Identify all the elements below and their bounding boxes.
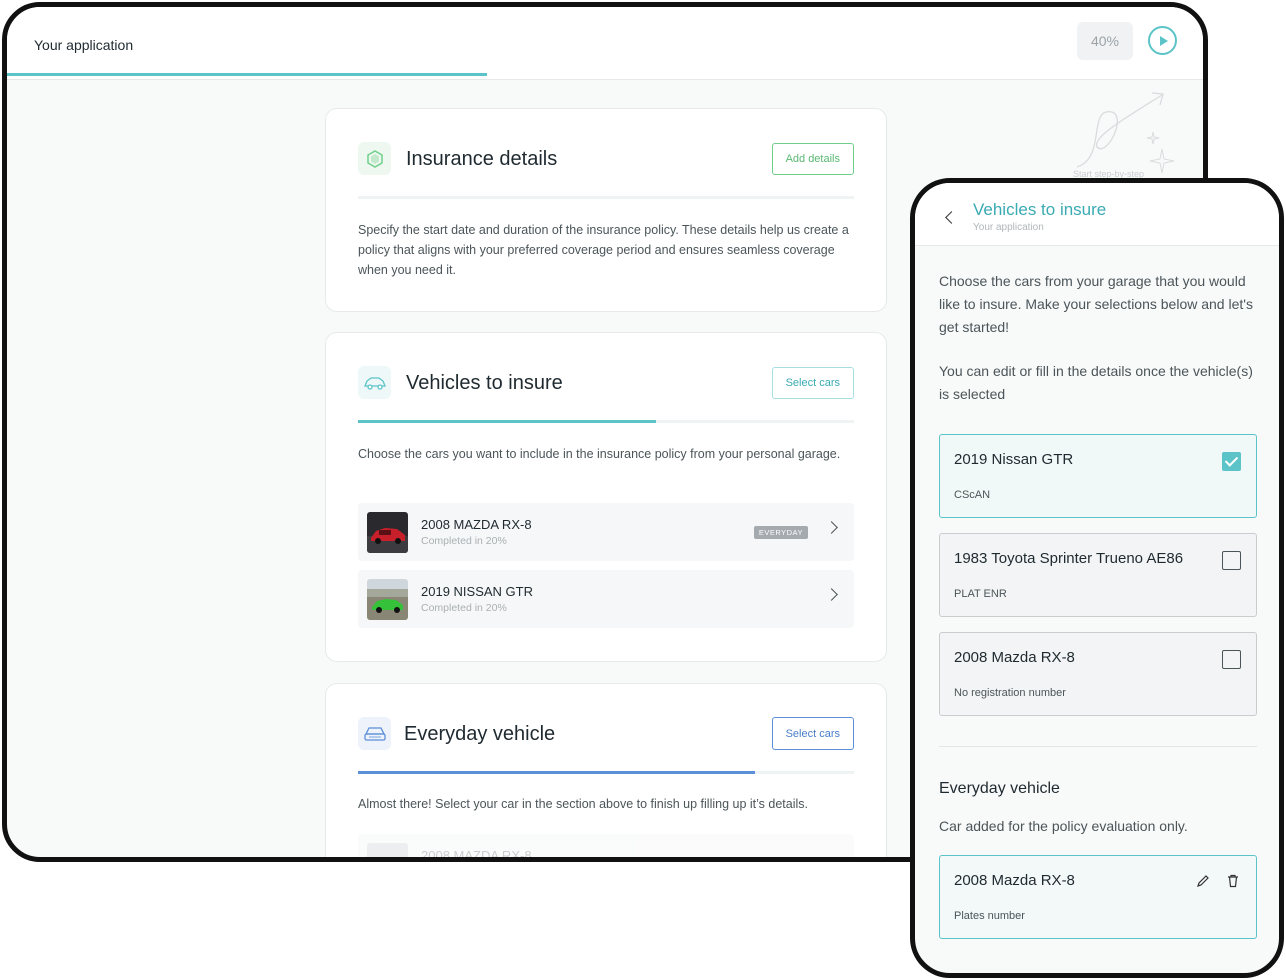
everyday-description: Car added for the policy evaluation only… (939, 818, 1188, 834)
phone-frame: Vehicles to insure Your application Choo… (910, 178, 1284, 978)
intro-text: Choose the cars from your garage that yo… (939, 273, 1253, 335)
page-title: Your application (34, 37, 134, 53)
progress-percent: 40% (1077, 22, 1133, 60)
note-text: You can edit or fill in the details once… (939, 363, 1253, 402)
everyday-vehicle-card: Everyday vehicle Select cars Almost ther… (325, 683, 887, 862)
car-icon (358, 366, 391, 399)
checkbox[interactable] (1222, 650, 1241, 669)
everyday-badge: EVERYDAY (753, 526, 808, 539)
vehicle-row[interactable]: 2008 MAZDA RX-8 (358, 834, 854, 862)
vehicle-row[interactable]: 2008 MAZDA RX-8 Completed in 20% EVERYDA… (358, 503, 854, 561)
phone-title: Vehicles to insure (973, 200, 1107, 219)
everyday-car-plate: Plates number (954, 910, 1025, 922)
card-description: Specify the start date and duration of t… (358, 223, 849, 277)
car-option[interactable]: 1983 Toyota Sprinter Trueno AE86 PLAT EN… (939, 533, 1257, 617)
everyday-heading: Everyday vehicle (939, 780, 1060, 797)
vehicle-thumbnail (367, 512, 408, 553)
checkbox[interactable] (1222, 551, 1241, 570)
card-progress-bar (358, 196, 854, 199)
trash-icon[interactable] (1226, 874, 1240, 888)
car-option-name: 2008 Mazda RX-8 (954, 649, 1075, 666)
insurance-details-card: Insurance details Add details Specify th… (325, 108, 887, 312)
card-description: Almost there! Select your car in the sec… (358, 797, 809, 811)
vehicles-to-insure-card: Vehicles to insure Select cars Choose th… (325, 332, 887, 662)
car-option-name: 1983 Toyota Sprinter Trueno AE86 (954, 550, 1184, 567)
select-cars-button[interactable]: Select cars (771, 367, 854, 399)
vehicle-status: Completed in 20% (421, 602, 507, 614)
everyday-car-name: 2008 Mazda RX-8 (954, 872, 1075, 889)
car-option-name: 2019 Nissan GTR (954, 451, 1074, 468)
shield-icon (358, 142, 391, 175)
add-details-button[interactable]: Add details (771, 143, 854, 175)
play-icon[interactable] (1148, 26, 1177, 55)
vehicle-name: 2019 NISSAN GTR (421, 584, 533, 599)
chevron-right-icon (825, 521, 838, 534)
card-progress-bar (358, 420, 854, 423)
card-title: Insurance details (406, 148, 558, 170)
car-option-plate: PLAT ENR (954, 588, 1007, 600)
car-option[interactable]: 2008 Mazda RX-8 No registration number (939, 632, 1257, 716)
vehicle-name: 2008 MAZDA RX-8 (421, 517, 532, 532)
vehicle-thumbnail (367, 579, 408, 620)
car-option[interactable]: 2019 Nissan GTR CScAN (939, 434, 1257, 518)
application-progress-bar (7, 73, 487, 76)
checkbox-checked[interactable] (1222, 452, 1241, 471)
pencil-icon[interactable] (1196, 874, 1210, 888)
vehicle-status: Completed in 20% (421, 535, 507, 547)
top-bar: Your application 40% (7, 7, 1203, 80)
card-progress-bar (358, 771, 854, 774)
phone-subtitle: Your application (973, 222, 1044, 233)
everyday-car-card: 2008 Mazda RX-8 Plates number (939, 855, 1257, 939)
car-option-plate: No registration number (954, 687, 1066, 699)
vehicle-row[interactable]: 2019 NISSAN GTR Completed in 20% (358, 570, 854, 628)
vehicle-name: 2008 MAZDA RX-8 (421, 848, 532, 862)
car-front-icon (358, 717, 391, 750)
car-option-plate: CScAN (954, 489, 991, 501)
select-cars-button[interactable]: Select cars (771, 717, 854, 750)
phone-header: Vehicles to insure Your application (915, 183, 1279, 246)
card-title: Vehicles to insure (406, 372, 563, 394)
chevron-right-icon (825, 588, 838, 601)
vehicle-thumbnail (367, 843, 408, 857)
divider (939, 746, 1257, 747)
card-description: Choose the cars you want to include in t… (358, 447, 841, 461)
back-arrow-icon[interactable] (945, 211, 958, 224)
card-title: Everyday vehicle (404, 723, 556, 745)
